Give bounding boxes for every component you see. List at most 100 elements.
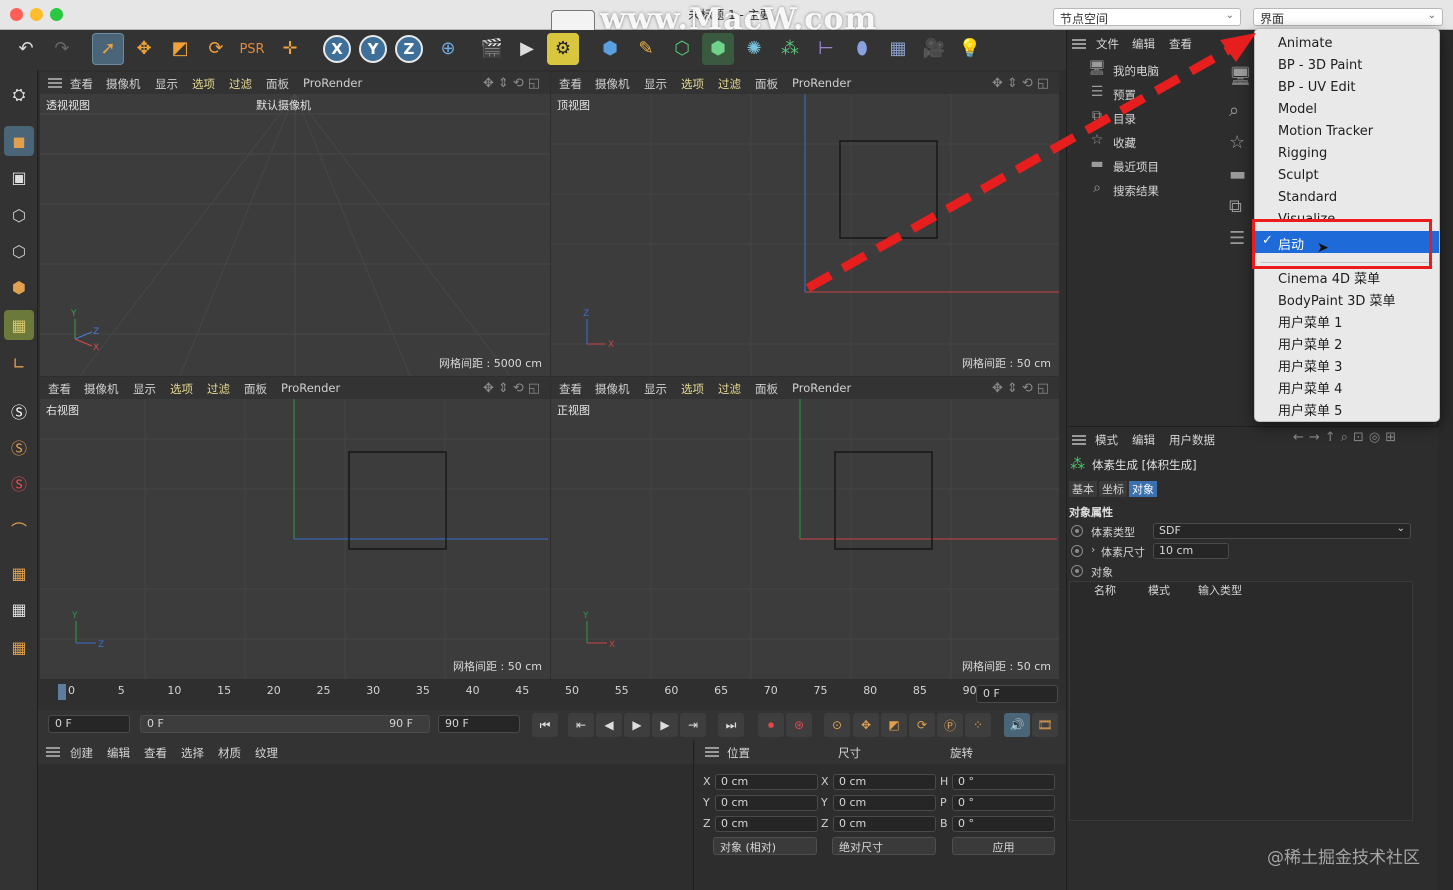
mat-menu-select[interactable]: 选择 xyxy=(181,745,204,761)
magnet-icon[interactable]: ⌒ xyxy=(4,514,34,544)
mat-menu-material[interactable]: 材质 xyxy=(218,745,241,761)
layout-dropdown[interactable]: 界面 ⌄ xyxy=(1253,8,1443,26)
apply-button[interactable]: 应用 xyxy=(952,837,1055,855)
size-y-field[interactable]: 0 cm xyxy=(833,795,936,811)
vp-menu-options[interactable]: 选项 xyxy=(192,76,215,92)
vp-menu-filter[interactable]: 过滤 xyxy=(718,76,741,92)
voxel-type-keyframe-icon[interactable] xyxy=(1071,525,1083,537)
key-selection-icon[interactable]: ⊙ xyxy=(824,713,850,737)
viewport-nav-icons[interactable]: ✥⇕⟲◱ xyxy=(992,381,1053,396)
workplane-snap-icon[interactable]: Ⓢ xyxy=(4,468,34,498)
browser-menu-view[interactable]: 查看 xyxy=(1169,36,1192,52)
previous-frame-button[interactable]: ◀ xyxy=(596,713,622,737)
close-window-button[interactable] xyxy=(10,8,23,21)
vp-menu-view[interactable]: 查看 xyxy=(559,381,582,397)
axis-mode-icon[interactable]: ∟ xyxy=(4,348,34,378)
viewport-camera-label[interactable]: 默认摄像机 xyxy=(256,97,311,113)
previous-key-button[interactable]: ⇤ xyxy=(568,713,594,737)
viewport-nav-icons[interactable]: ✥⇕⟲◱ xyxy=(483,76,544,91)
coordinates-hamburger-icon[interactable] xyxy=(705,747,719,757)
snap-icon[interactable]: Ⓢ xyxy=(4,396,34,426)
position-z-field[interactable]: 0 cm xyxy=(715,816,818,832)
vp-menu-camera[interactable]: 摄像机 xyxy=(84,381,119,397)
vp-menu-display[interactable]: 显示 xyxy=(644,381,667,397)
mat-menu-create[interactable]: 创建 xyxy=(70,745,93,761)
objects-keyframe-icon[interactable] xyxy=(1071,565,1083,577)
chevron-right-icon[interactable]: › xyxy=(1091,543,1095,556)
attribute-hamburger-icon[interactable] xyxy=(1072,435,1086,445)
world-axis-icon[interactable]: ✛ xyxy=(274,33,306,65)
vp-menu-display[interactable]: 显示 xyxy=(133,381,156,397)
key-rotation-icon[interactable]: ⟳ xyxy=(909,713,935,737)
viewport-top[interactable]: 查看 摄像机 显示 选项 过滤 面板 ProRender ✥⇕⟲◱ ZX 顶视图… xyxy=(551,72,1059,376)
browser-hamburger-icon[interactable] xyxy=(1072,39,1086,49)
attr-menu-mode[interactable]: 模式 xyxy=(1095,432,1118,448)
polygons-mode-icon[interactable]: ⬢ xyxy=(4,272,34,302)
layout-menu-item[interactable]: 用户菜单 2 xyxy=(1255,331,1439,353)
voxel-size-keyframe-icon[interactable] xyxy=(1071,545,1083,557)
select-arrow-icon[interactable]: ➚ xyxy=(92,33,124,65)
redo-icon[interactable]: ↷ xyxy=(46,33,78,65)
frame-range-slider[interactable]: 0 F 90 F xyxy=(140,715,430,733)
coordinate-system-toggle[interactable]: ⊕ xyxy=(432,33,464,65)
layout-menu-item[interactable]: Rigging xyxy=(1255,143,1439,165)
voxel-size-field[interactable]: 10 cm xyxy=(1153,543,1229,559)
rotation-p-field[interactable]: 0 ° xyxy=(952,795,1055,811)
vp-menu-display[interactable]: 显示 xyxy=(644,76,667,92)
tab-coordinates[interactable]: 坐标 xyxy=(1099,481,1127,497)
key-scale-icon[interactable]: ◩ xyxy=(881,713,907,737)
objects-list[interactable]: 名称 模式 输入类型 xyxy=(1069,581,1413,821)
vp-menu-view[interactable]: 查看 xyxy=(48,381,71,397)
size-x-field[interactable]: 0 cm xyxy=(833,774,936,790)
browser-menu-edit[interactable]: 编辑 xyxy=(1132,36,1155,52)
key-pla-icon[interactable]: ⁘ xyxy=(965,713,991,737)
layout-menu-item[interactable]: 用户菜单 3 xyxy=(1255,353,1439,375)
vp-menu-prorender[interactable]: ProRender xyxy=(792,381,851,395)
rotate-icon[interactable]: ⟳ xyxy=(200,33,232,65)
layout-menu-item[interactable]: Standard xyxy=(1255,187,1439,209)
vp-menu-options[interactable]: 选项 xyxy=(681,76,704,92)
sweep-icon[interactable]: ⬮ xyxy=(846,33,878,65)
viewport-front[interactable]: 查看 摄像机 显示 选项 过滤 面板 ProRender ✥⇕⟲◱ YX 正视图… xyxy=(551,377,1059,679)
locked-workplane-icon[interactable]: ▦ xyxy=(4,632,34,662)
key-parameter-icon[interactable]: Ⓟ xyxy=(937,713,963,737)
render-region-icon[interactable]: 🎬 xyxy=(476,33,508,65)
key-position-icon[interactable]: ✥ xyxy=(853,713,879,737)
x-axis-lock[interactable]: X xyxy=(323,35,351,63)
timeline-ruler[interactable]: 0 5 10 15 20 25 30 35 40 45 50 55 60 65 70 75 80 85 90 0 F xyxy=(38,680,1066,710)
floor-icon[interactable]: ▦ xyxy=(882,33,914,65)
attr-menu-edit[interactable]: 编辑 xyxy=(1132,432,1155,448)
vp-menu-prorender[interactable]: ProRender xyxy=(281,381,340,395)
size-mode-select[interactable]: 绝对尺寸 xyxy=(832,837,936,855)
render-settings-icon[interactable]: ⚙ xyxy=(547,33,579,65)
camera-icon[interactable]: 🎥 xyxy=(918,33,950,65)
viewport-nav-icons[interactable]: ✥⇕⟲◱ xyxy=(992,76,1053,91)
layout-menu-item[interactable]: 用户菜单 4 xyxy=(1255,375,1439,397)
browser-menu-file[interactable]: 文件 xyxy=(1096,36,1119,52)
autokey-icon[interactable]: ⊛ xyxy=(786,713,812,737)
vp-menu-filter[interactable]: 过滤 xyxy=(207,381,230,397)
timeline-playhead[interactable] xyxy=(58,684,66,700)
vp-menu-panel[interactable]: 面板 xyxy=(244,381,267,397)
position-x-field[interactable]: 0 cm xyxy=(715,774,818,790)
sound-icon[interactable]: 🔊 xyxy=(1004,713,1030,737)
y-axis-lock[interactable]: Y xyxy=(359,35,387,63)
layout-menu-item[interactable]: 用户菜单 1 xyxy=(1255,309,1439,331)
coordinate-system-icon[interactable]: PSR xyxy=(236,33,268,65)
grid-workplane-icon[interactable]: ▦ xyxy=(4,594,34,624)
mat-menu-view[interactable]: 查看 xyxy=(144,745,167,761)
vp-menu-filter[interactable]: 过滤 xyxy=(718,381,741,397)
points-mode-icon[interactable]: ⬡ xyxy=(4,200,34,230)
viewport-perspective[interactable]: 查看 摄像机 显示 选项 过滤 面板 ProRender ✥⇕⟲◱ Y ZX 透视… xyxy=(40,72,550,376)
volume-icon[interactable]: ⬢ xyxy=(702,33,734,65)
make-editable-icon[interactable]: ⛭ xyxy=(4,80,34,110)
viewport-hamburger-icon[interactable] xyxy=(48,78,62,88)
play-button[interactable]: ▶ xyxy=(624,713,650,737)
undo-icon[interactable]: ↶ xyxy=(10,33,42,65)
zoom-window-button[interactable] xyxy=(50,8,63,21)
z-axis-lock[interactable]: Z xyxy=(395,35,423,63)
model-mode-icon[interactable]: ◼ xyxy=(4,126,34,156)
current-frame-field[interactable]: 0 F xyxy=(976,685,1058,703)
layout-menu-item[interactable]: Model xyxy=(1255,99,1439,121)
attr-menu-userdata[interactable]: 用户数据 xyxy=(1169,432,1215,448)
